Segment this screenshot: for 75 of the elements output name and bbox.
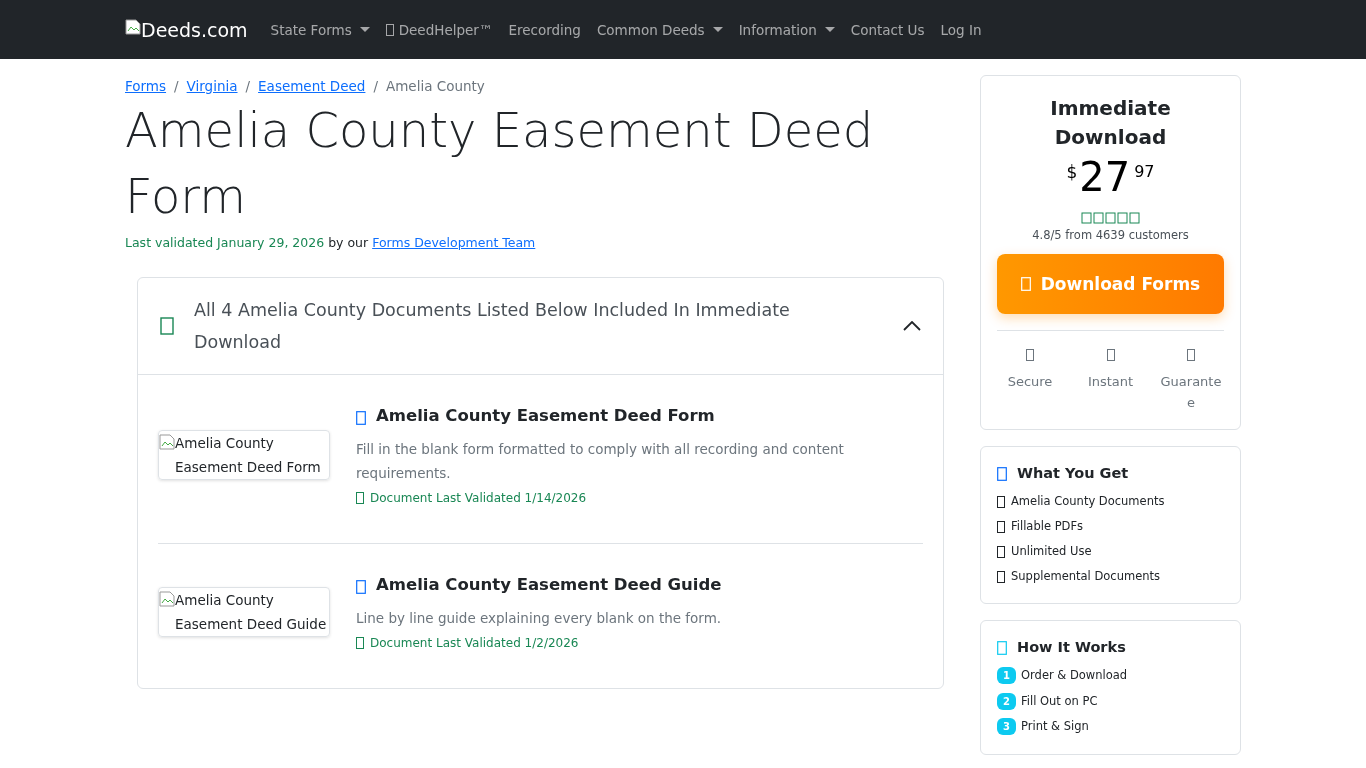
image-alt-text: Amelia County Easement Deed Guide bbox=[175, 591, 328, 634]
site-logo[interactable]: Deeds.com bbox=[125, 18, 248, 41]
breadcrumb-current: Amelia County bbox=[385, 78, 485, 94]
nav-link[interactable]: Contact Us bbox=[843, 21, 932, 38]
currency-symbol: $ bbox=[1066, 162, 1078, 182]
accordion-header[interactable]: All 4 Amelia County Documents Listed Below Included In Immediate Download bbox=[138, 278, 943, 375]
price-dollars: 27 bbox=[1079, 154, 1131, 200]
card-title: What You Get bbox=[1017, 465, 1129, 481]
chevron-icon bbox=[903, 321, 921, 331]
broken-image-icon bbox=[159, 434, 175, 450]
document-validated: Document Last Validated 1/2/2026 bbox=[370, 636, 579, 650]
benefit-item: Fillable PDFs bbox=[1011, 518, 1084, 535]
step-number: 3 bbox=[997, 718, 1016, 736]
nav-link[interactable]: State Forms bbox=[263, 21, 377, 38]
rating-text: 4.8/5 from 4639 customers bbox=[1032, 228, 1189, 242]
document-description: Fill in the blank form formatted to comply with all recording and content requirements. bbox=[356, 440, 845, 483]
document-validated: Document Last Validated 1/14/2026 bbox=[370, 491, 587, 505]
benefit-item: Supplemental Documents bbox=[1011, 568, 1160, 585]
box-icon bbox=[160, 317, 174, 335]
breadcrumb-separator: / bbox=[245, 78, 251, 94]
step-label: Print & Sign bbox=[1021, 718, 1089, 735]
validated-by: by our bbox=[328, 235, 369, 250]
feature-label: Secure bbox=[1007, 373, 1053, 391]
team-link[interactable]: Forms Development Team bbox=[372, 235, 536, 250]
box-icon bbox=[1026, 349, 1034, 361]
nav-link[interactable]: Log In bbox=[933, 21, 989, 38]
box-icon bbox=[997, 641, 1007, 655]
breadcrumb-link[interactable]: Easement Deed bbox=[258, 78, 366, 94]
document-title: Amelia County Easement Deed Form bbox=[376, 405, 715, 425]
box-icon bbox=[997, 545, 1005, 558]
document-thumbnail[interactable]: Amelia County Easement Deed Guide bbox=[158, 587, 330, 637]
document-description: Line by line guide explaining every blank on the form. bbox=[356, 609, 723, 628]
box-icon bbox=[1106, 349, 1115, 361]
feature-label: Instant bbox=[1087, 373, 1134, 391]
card-title: How It Works bbox=[1017, 639, 1126, 655]
benefit-item: Unlimited Use bbox=[1011, 543, 1092, 560]
box-icon bbox=[997, 570, 1005, 583]
nav-link[interactable]: Erecording bbox=[501, 21, 588, 38]
box-icon bbox=[1187, 349, 1195, 361]
caret-icon bbox=[359, 26, 370, 33]
step-label: Fill Out on PC bbox=[1021, 692, 1098, 710]
document-title: Amelia County Easement Deed Guide bbox=[376, 574, 722, 594]
document-thumbnail[interactable]: Amelia County Easement Deed Form bbox=[158, 430, 330, 480]
price-cents: 97 bbox=[1134, 162, 1155, 181]
rating-boxes-icon bbox=[1080, 212, 1141, 224]
step-label: Order & Download bbox=[1021, 667, 1128, 684]
breadcrumb-separator: / bbox=[174, 78, 179, 94]
box-icon bbox=[356, 411, 366, 425]
nav-link[interactable]: Common Deeds bbox=[589, 21, 730, 38]
box-icon bbox=[1020, 277, 1031, 291]
box-icon bbox=[997, 495, 1005, 508]
breadcrumb-link[interactable]: Forms bbox=[125, 78, 167, 94]
box-icon bbox=[356, 492, 364, 504]
page-title: Amelia County Easement Deed Form bbox=[125, 101, 875, 226]
box-icon bbox=[385, 23, 394, 36]
breadcrumb-link[interactable]: Virginia bbox=[186, 78, 238, 94]
image-alt-text: Amelia County Easement Deed Form bbox=[175, 434, 322, 477]
breadcrumb-separator: / bbox=[373, 78, 378, 94]
caret-icon bbox=[712, 26, 723, 33]
box-icon bbox=[356, 637, 364, 649]
step-number: 1 bbox=[997, 667, 1016, 685]
validated-date: Last validated January 29, 2026 bbox=[125, 235, 325, 250]
nav-link[interactable]: Information bbox=[731, 21, 842, 38]
feature-label: Guarantee bbox=[1159, 373, 1223, 412]
broken-image-icon bbox=[159, 591, 175, 607]
benefit-item: Amelia County Documents bbox=[1011, 493, 1165, 510]
card-title: Immediate Download bbox=[1049, 95, 1172, 151]
broken-image-icon bbox=[125, 18, 141, 35]
box-icon bbox=[997, 520, 1005, 533]
accordion-title: All 4 Amelia County Documents Listed Below Included In Immediate Download bbox=[194, 299, 791, 354]
step-number: 2 bbox=[997, 692, 1016, 710]
caret-icon bbox=[824, 26, 835, 33]
box-icon bbox=[997, 467, 1007, 481]
nav-link[interactable]: DeedHelper™ bbox=[378, 21, 500, 38]
box-icon bbox=[356, 580, 366, 594]
